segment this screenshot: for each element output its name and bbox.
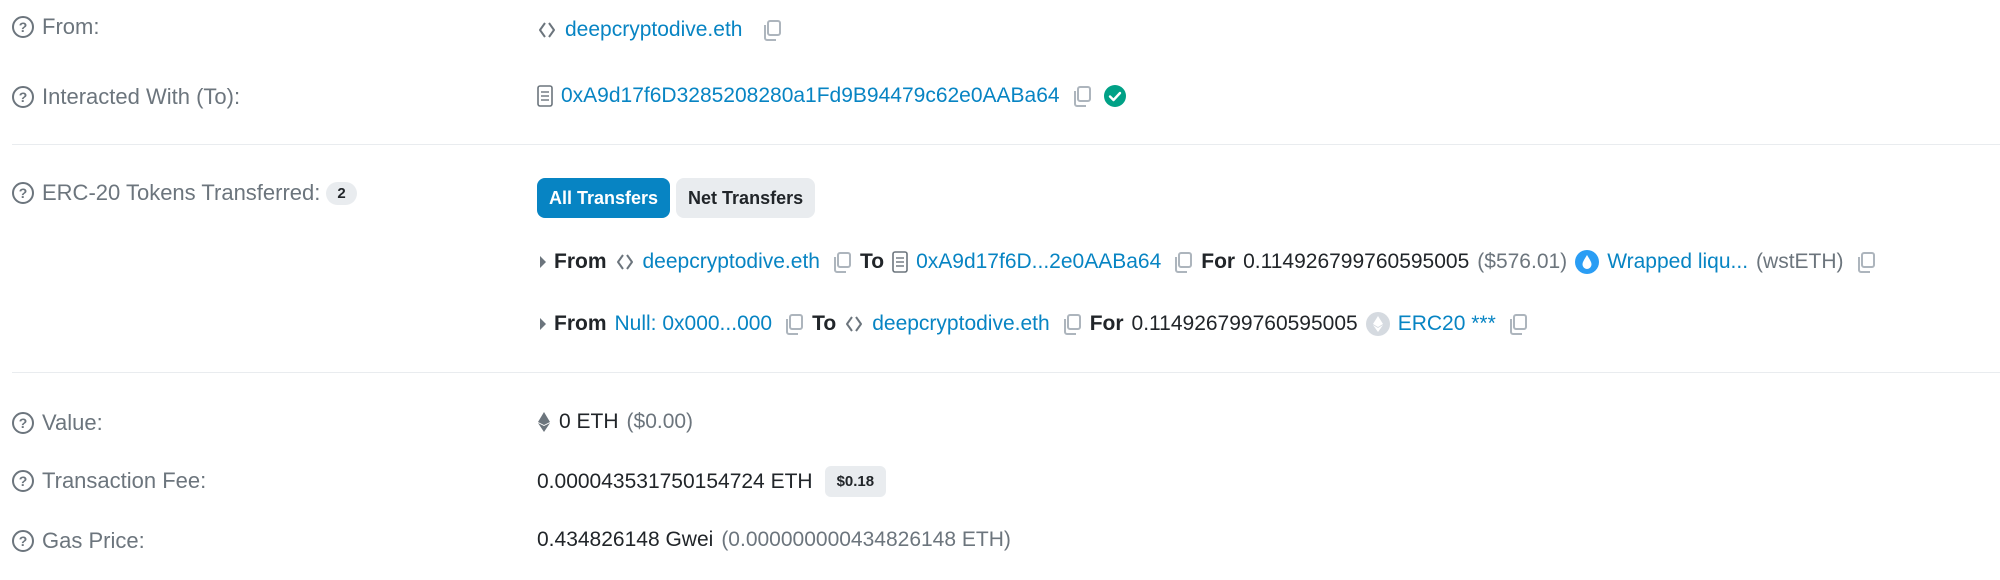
caret-right-icon[interactable]: [540, 318, 546, 330]
question-circle-icon[interactable]: ?: [12, 530, 34, 552]
question-circle-icon[interactable]: ?: [12, 86, 34, 108]
transfer-from-link[interactable]: Null: 0x000...000: [615, 312, 773, 336]
gas-label-wrap: ? Gas Price:: [12, 528, 145, 554]
interacted-label: Interacted With (To):: [42, 84, 241, 109]
copy-icon[interactable]: [1856, 251, 1876, 273]
fee-usd-badge: $0.18: [824, 466, 887, 497]
from-word: From: [554, 250, 607, 273]
to-word: To: [812, 312, 837, 335]
copy-icon[interactable]: [1173, 251, 1193, 273]
from-label: From:: [42, 14, 100, 39]
from-label-wrap: ? From:: [12, 14, 99, 40]
token-link[interactable]: ERC20 ***: [1398, 312, 1496, 336]
value-label: Value:: [42, 410, 103, 435]
eth-diamond-icon: [538, 412, 550, 432]
transfer-from-link[interactable]: deepcryptodive.eth: [643, 250, 820, 274]
transfer-to-link[interactable]: deepcryptodive.eth: [872, 312, 1049, 336]
from-address-link[interactable]: deepcryptodive.eth: [565, 18, 742, 42]
all-transfers-button[interactable]: All Transfers: [537, 178, 671, 218]
section-divider: [12, 144, 2000, 145]
transfer-count-badge: 2: [326, 181, 357, 205]
question-circle-icon[interactable]: ?: [12, 412, 34, 434]
for-word: For: [1089, 312, 1124, 335]
token-symbol: (wstETH): [1756, 250, 1844, 273]
ens-diamond-icon: [846, 316, 863, 332]
gas-eth: (0.000000000434826148 ETH): [721, 528, 1011, 551]
ens-diamond-icon: [539, 22, 555, 38]
gas-content: 0.434826148 Gwei (0.000000000434826148 E…: [537, 528, 1011, 552]
gas-label: Gas Price:: [42, 528, 145, 553]
transfer-amount: 0.114926799760595005: [1243, 250, 1470, 273]
fee-amount: 0.000043531750154724 ETH: [537, 469, 813, 493]
interacted-label-wrap: ? Interacted With (To):: [12, 84, 240, 110]
copy-icon[interactable]: [1508, 313, 1528, 335]
gas-amount: 0.434826148 Gwei: [537, 528, 714, 551]
copy-icon[interactable]: [762, 19, 782, 41]
transfer-row-content: From deepcryptodive.eth To 0xA9d17f6D...…: [540, 250, 1876, 274]
question-circle-icon[interactable]: ?: [12, 182, 34, 204]
file-contract-icon: [537, 85, 553, 107]
fee-label: Transaction Fee:: [42, 468, 207, 493]
transfer-amount: 0.114926799760595005: [1131, 312, 1358, 335]
check-circle-icon: [1103, 85, 1126, 107]
ens-diamond-icon: [616, 254, 633, 270]
copy-icon[interactable]: [832, 251, 852, 273]
from-word: From: [554, 312, 607, 335]
interacted-value: 0xA9d17f6D3285208280a1Fd9B94479c62e0AABa…: [537, 84, 1126, 108]
value-content: 0 ETH ($0.00): [537, 410, 693, 434]
token-link[interactable]: Wrapped liqu...: [1607, 250, 1748, 274]
eth-diamond-icon: [1365, 312, 1390, 336]
file-contract-icon: [892, 251, 908, 273]
transfer-usd: ($576.01): [1477, 250, 1568, 273]
fee-content: 0.000043531750154724 ETH $0.18: [537, 466, 887, 497]
section-divider: [12, 372, 2000, 373]
to-word: To: [859, 250, 885, 273]
net-transfers-button[interactable]: Net Transfers: [676, 178, 816, 218]
copy-icon[interactable]: [1072, 85, 1092, 107]
value-label-wrap: ? Value:: [12, 410, 103, 436]
value-amount: 0 ETH: [559, 410, 619, 433]
transfer-tabs: All Transfers Net Transfers: [537, 178, 821, 218]
erc20-label: ERC-20 Tokens Transferred:: [42, 180, 321, 205]
copy-icon[interactable]: [784, 313, 804, 335]
transfer-row-content: From Null: 0x000...000 To deepcryptodive…: [540, 312, 1528, 336]
question-circle-icon[interactable]: ?: [12, 470, 34, 492]
question-circle-icon[interactable]: ?: [12, 16, 34, 38]
contract-address-link[interactable]: 0xA9d17f6D3285208280a1Fd9B94479c62e0AABa…: [561, 84, 1060, 108]
for-word: For: [1201, 250, 1236, 273]
from-value: deepcryptodive.eth: [537, 18, 782, 42]
fee-label-wrap: ? Transaction Fee:: [12, 468, 206, 494]
erc20-label-wrap: ? ERC-20 Tokens Transferred: 2: [12, 180, 357, 206]
wsteth-drop-icon: [1575, 250, 1600, 274]
caret-right-icon[interactable]: [540, 256, 546, 268]
copy-icon[interactable]: [1062, 313, 1082, 335]
value-usd: ($0.00): [626, 410, 694, 433]
transfer-to-link[interactable]: 0xA9d17f6D...2e0AABa64: [916, 250, 1161, 274]
